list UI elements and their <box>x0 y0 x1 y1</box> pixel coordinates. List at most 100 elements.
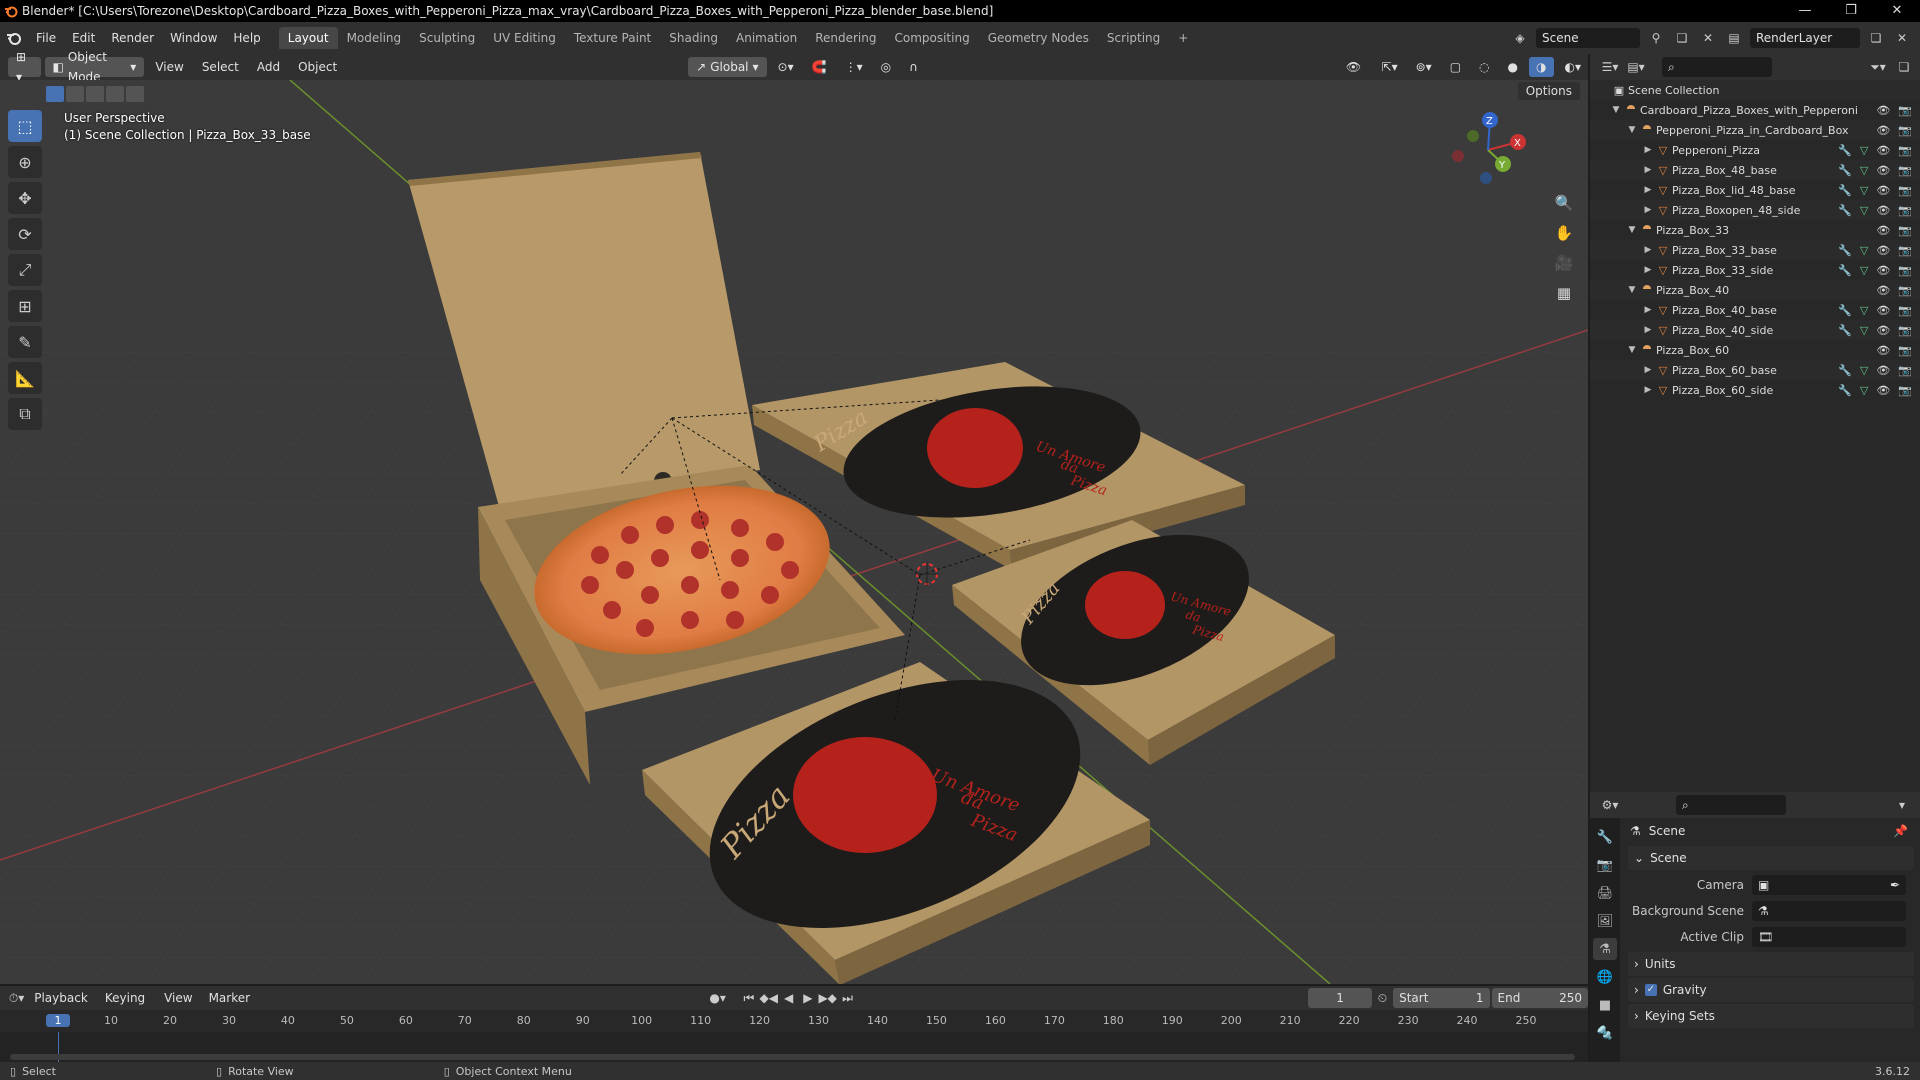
outliner-item[interactable]: ▶ ▽ Pizza_Box_60_base 🔧 ▽ 👁 📷 <box>1590 360 1920 380</box>
expand-down-icon[interactable]: ▼ <box>1626 345 1638 355</box>
pin-scene-icon[interactable]: ⚲ <box>1646 28 1666 48</box>
timeline-track[interactable] <box>0 1032 1588 1064</box>
editor-type-button[interactable]: ⊞ ▾ <box>8 50 41 84</box>
expand-down-icon[interactable]: ▼ <box>1626 225 1638 235</box>
visibility-eye-icon[interactable]: 👁 <box>1876 364 1890 377</box>
modifier-wrench-icon[interactable]: 🔧 <box>1838 364 1852 377</box>
object-tab-icon[interactable]: ■ <box>1593 994 1617 1016</box>
outliner-item[interactable]: ▶ ▽ Pepperoni_Pizza 🔧 ▽ 👁 📷 <box>1590 140 1920 160</box>
record-icon[interactable]: ●▾ <box>709 988 726 1008</box>
delete-scene-icon[interactable]: ✕ <box>1698 28 1718 48</box>
scene-tab-icon[interactable]: ⚗ <box>1593 938 1617 960</box>
select-intersect-icon[interactable] <box>126 86 144 102</box>
outliner-item[interactable]: ▶ ▽ Pizza_Box_33_side 🔧 ▽ 👁 📷 <box>1590 260 1920 280</box>
gizmo-neg-y-icon[interactable] <box>1467 130 1479 142</box>
visibility-eye-icon[interactable]: 👁 <box>1876 204 1890 217</box>
visibility-icon[interactable]: 👁▾ <box>1339 57 1371 94</box>
pin-icon[interactable]: 📌 <box>1893 824 1908 838</box>
menu-add[interactable]: Add <box>250 57 287 77</box>
outliner-item[interactable]: ▼ ⯊ Pizza_Box_40 👁 📷 <box>1590 280 1920 300</box>
properties-search-input[interactable]: ⌕ <box>1676 795 1786 815</box>
current-frame-field[interactable]: 1 <box>1308 988 1372 1008</box>
expand-right-icon[interactable]: ▶ <box>1642 325 1654 335</box>
options-dropdown[interactable]: Options <box>1517 82 1580 100</box>
menu-window[interactable]: Window <box>162 31 225 45</box>
menu-view[interactable]: View <box>148 57 190 77</box>
menu-object[interactable]: Object <box>291 57 344 77</box>
tab-texture-paint[interactable]: Texture Paint <box>565 27 660 49</box>
rotate-tool-icon[interactable]: ⟳ <box>8 218 42 250</box>
timeline-ruler[interactable]: 1 10 20 30 40 50 60 70 80 90 100 110 120 130 140 150 160… <box>0 1010 1588 1032</box>
expand-right-icon[interactable]: ▶ <box>1642 245 1654 255</box>
expand-right-icon[interactable]: ▶ <box>1642 265 1654 275</box>
render-camera-icon[interactable]: 📷 <box>1898 164 1912 177</box>
mesh-data-icon[interactable]: ▽ <box>1860 324 1868 337</box>
eyedropper-icon[interactable]: ✒ <box>1890 878 1900 892</box>
modifier-tab-icon[interactable]: 🔩 <box>1593 1022 1617 1044</box>
outliner-item[interactable]: ▶ ▽ Pizza_Box_33_base 🔧 ▽ 👁 📷 <box>1590 240 1920 260</box>
render-camera-icon[interactable]: 📷 <box>1898 264 1912 277</box>
menu-timeline-view[interactable]: View <box>157 988 199 1008</box>
select-extend-icon[interactable] <box>66 86 84 102</box>
tab-rendering[interactable]: Rendering <box>806 27 885 49</box>
modifier-wrench-icon[interactable]: 🔧 <box>1838 184 1852 197</box>
scene-icon[interactable]: ◈ <box>1510 28 1530 48</box>
tab-uv-editing[interactable]: UV Editing <box>484 27 565 49</box>
start-frame-field[interactable]: Start 1 <box>1393 988 1490 1008</box>
expand-right-icon[interactable]: ▶ <box>1642 205 1654 215</box>
mesh-data-icon[interactable]: ▽ <box>1860 304 1868 317</box>
delete-layer-icon[interactable]: ✕ <box>1892 28 1912 48</box>
menu-select[interactable]: Select <box>195 57 246 77</box>
outliner-item[interactable]: ▶ ▽ Pizza_Boxopen_48_side 🔧 ▽ 👁 📷 <box>1590 200 1920 220</box>
visibility-eye-icon[interactable]: 👁 <box>1876 164 1890 177</box>
expand-down-icon[interactable]: ▼ <box>1626 125 1638 135</box>
new-collection-icon[interactable]: ❏ <box>1894 57 1914 77</box>
maximize-button[interactable]: ❐ <box>1828 0 1874 22</box>
render-camera-icon[interactable]: 📷 <box>1898 224 1912 237</box>
measure-tool-icon[interactable]: 📐 <box>8 362 42 394</box>
gizmo-neg-z-icon[interactable] <box>1480 172 1492 184</box>
jump-start-icon[interactable]: ⏮ <box>740 988 757 1008</box>
outliner-item[interactable]: ▼ ⯊ Pepperoni_Pizza_in_Cardboard_Box 👁 📷 <box>1590 120 1920 140</box>
render-camera-icon[interactable]: 📷 <box>1898 204 1912 217</box>
background-scene-field[interactable]: ⚗ <box>1752 901 1906 921</box>
modifier-wrench-icon[interactable]: 🔧 <box>1838 164 1852 177</box>
render-camera-icon[interactable]: 📷 <box>1898 284 1912 297</box>
render-camera-icon[interactable]: 📷 <box>1898 324 1912 337</box>
next-keyframe-icon[interactable]: ▶◆ <box>818 988 836 1008</box>
play-reverse-icon[interactable]: ◀ <box>780 988 797 1008</box>
scene-field[interactable]: Scene <box>1536 28 1640 48</box>
scale-tool-icon[interactable]: ⤢ <box>8 254 42 286</box>
transform-orientation-dropdown[interactable]: ↗ Global ▾ <box>688 57 767 77</box>
output-tab-icon[interactable]: 🖨 <box>1593 882 1617 904</box>
menu-playback[interactable]: Playback ▾ <box>27 988 96 1025</box>
tool-tab-icon[interactable]: 🔧 <box>1593 826 1617 848</box>
expand-right-icon[interactable]: ▶ <box>1642 165 1654 175</box>
gizmo-toggle-icon[interactable]: ⇱▾ <box>1375 57 1405 77</box>
select-new-icon[interactable] <box>46 86 64 102</box>
mesh-data-icon[interactable]: ▽ <box>1860 364 1868 377</box>
menu-file[interactable]: File <box>28 31 64 45</box>
properties-options-icon[interactable]: ▾ <box>1892 795 1912 815</box>
tab-geometry-nodes[interactable]: Geometry Nodes <box>979 27 1098 49</box>
mesh-data-icon[interactable]: ▽ <box>1860 204 1868 217</box>
shading-material-icon[interactable]: ◑ <box>1529 57 1554 77</box>
object-mode-dropdown[interactable]: ◧ Object Mode ▾ <box>44 50 145 84</box>
ortho-grid-icon[interactable]: ▦ <box>1552 282 1576 304</box>
outliner-search-input[interactable]: ⌕ <box>1662 57 1772 77</box>
expand-right-icon[interactable]: ▶ <box>1642 185 1654 195</box>
visibility-eye-icon[interactable]: 👁 <box>1876 304 1890 317</box>
outliner-item[interactable]: ▼ ⯊ Cardboard_Pizza_Boxes_with_Pepperoni 👁 📷 <box>1590 100 1920 120</box>
render-camera-icon[interactable]: 📷 <box>1898 104 1912 117</box>
render-camera-icon[interactable]: 📷 <box>1898 184 1912 197</box>
visibility-eye-icon[interactable]: 👁 <box>1876 384 1890 397</box>
mesh-data-icon[interactable]: ▽ <box>1860 164 1868 177</box>
timeline-editor-icon[interactable]: ⏱▾ <box>8 988 25 1008</box>
move-tool-icon[interactable]: ✥ <box>8 182 42 214</box>
modifier-wrench-icon[interactable]: 🔧 <box>1838 204 1852 217</box>
shading-wireframe-icon[interactable]: ◌ <box>1472 57 1496 77</box>
visibility-eye-icon[interactable]: 👁 <box>1876 144 1890 157</box>
modifier-wrench-icon[interactable]: 🔧 <box>1838 264 1852 277</box>
render-camera-icon[interactable]: 📷 <box>1898 344 1912 357</box>
gizmo-neg-x-icon[interactable] <box>1452 150 1464 162</box>
